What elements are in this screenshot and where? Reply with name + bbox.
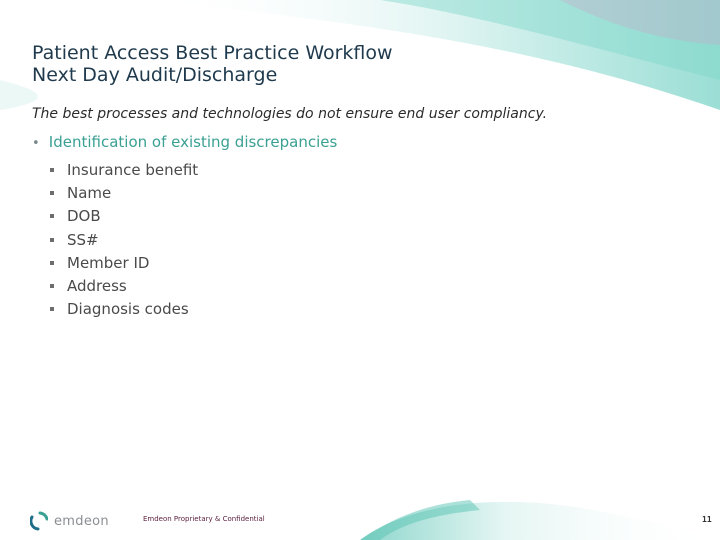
sub-bullet-item: SS# [50, 228, 198, 251]
sub-bullet-list: Insurance benefit Name DOB SS# Member ID… [50, 158, 198, 321]
company-logo: emdeon [30, 511, 109, 531]
page-number: 11 [702, 515, 712, 524]
title-line-1: Patient Access Best Practice Workflow [32, 42, 393, 64]
sub-bullet-text: Member ID [67, 253, 150, 272]
square-bullet-icon [50, 167, 54, 172]
sub-bullet-text: Diagnosis codes [67, 300, 189, 319]
bullet-text: Identification of existing discrepancies [48, 133, 338, 151]
sub-bullet-item: Address [50, 274, 198, 297]
square-bullet-icon [50, 260, 54, 265]
slide-subtitle: The best processes and technologies do n… [32, 106, 548, 122]
emdeon-swirl-icon [30, 511, 48, 531]
bullet-dot-icon: • [32, 136, 40, 151]
sub-bullet-item: Member ID [50, 251, 198, 274]
sub-bullet-item: Insurance benefit [50, 158, 198, 181]
sub-bullet-text: Insurance benefit [67, 160, 199, 179]
sub-bullet-text: SS# [67, 230, 99, 249]
square-bullet-icon [50, 237, 54, 242]
sub-bullet-item: Name [50, 181, 198, 204]
sub-bullet-text: DOB [67, 207, 101, 226]
square-bullet-icon [50, 214, 54, 219]
sub-bullet-text: Address [67, 277, 127, 296]
title-line-2: Next Day Audit/Discharge [32, 64, 278, 86]
square-bullet-icon [50, 284, 54, 289]
sub-bullet-item: Diagnosis codes [50, 298, 198, 321]
sub-bullet-text: Name [67, 183, 112, 202]
logo-text: emdeon [54, 513, 109, 529]
bullet-item: • Identification of existing discrepanci… [32, 133, 337, 151]
confidential-notice: Emdeon Proprietary & Confidential [143, 515, 265, 523]
square-bullet-icon [50, 307, 54, 312]
sub-bullet-item: DOB [50, 205, 198, 228]
square-bullet-icon [50, 190, 54, 195]
slide-title: Patient Access Best Practice Workflow Ne… [32, 42, 393, 86]
